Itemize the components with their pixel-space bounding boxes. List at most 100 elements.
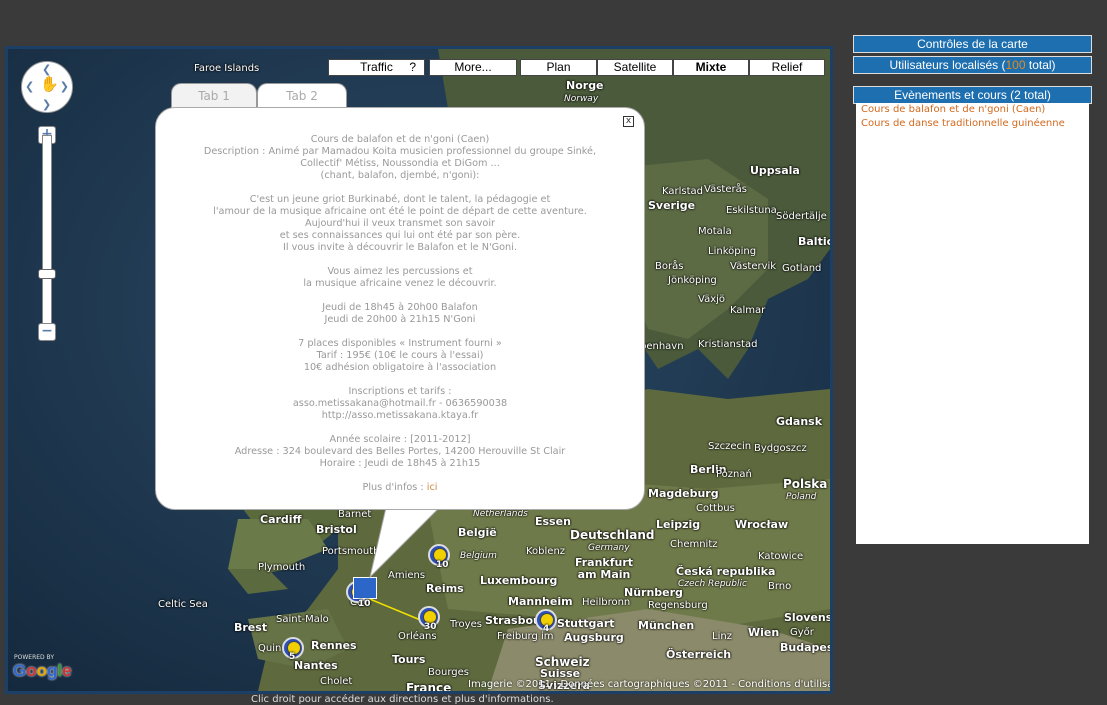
traffic-button[interactable]: Traffic ?	[328, 59, 425, 76]
place-netherlands: Netherlands	[473, 509, 528, 519]
mixte-button[interactable]: Mixte	[673, 59, 749, 76]
info-body: Cours de balafon et de n'goni (Caen) Des…	[156, 134, 644, 494]
event-item[interactable]: Cours de balafon et de n'goni (Caen)	[856, 103, 1089, 117]
place-saint-malo: Saint-Malo	[276, 614, 329, 625]
info-window: x Cours de balafon et de n'goni (Caen) D…	[155, 107, 645, 510]
place-reims: Reims	[426, 582, 464, 595]
place-ceska: Česká republika	[676, 565, 776, 578]
marker-count: 10	[358, 599, 371, 609]
zoom-slider-track[interactable]	[42, 135, 52, 335]
place-germany: Germany	[588, 543, 630, 553]
place-kristianstad: Kristianstad	[698, 339, 758, 350]
pan-down-icon[interactable]: ❯	[42, 99, 51, 110]
satellite-button[interactable]: Satellite	[597, 59, 673, 76]
place-wien: Wien	[748, 626, 780, 639]
info-line: asso.metissakana@hotmail.fr - 0636590038	[292, 398, 508, 409]
relief-button[interactable]: Relief	[749, 59, 825, 76]
place-katowice: Katowice	[758, 551, 804, 562]
place-leipzig: Leipzig	[656, 518, 701, 531]
info-gap	[156, 374, 644, 386]
place-augsburg: Augsburg	[564, 631, 624, 644]
info-line: 7 places disponibles « Instrument fourni…	[298, 338, 502, 349]
place-koblenz: Koblenz	[526, 546, 566, 557]
info-gap	[156, 182, 644, 194]
place-karlstad: Karlstad	[662, 186, 704, 197]
info-line: Aujourd'hui il veux transmet son savoir	[305, 218, 495, 229]
events-header[interactable]: Evènements et cours (2 total)	[853, 86, 1092, 104]
localized-users-header[interactable]: Utilisateurs localisés (100 total)	[853, 56, 1092, 74]
info-window-pointer	[353, 499, 453, 579]
traffic-help[interactable]: ?	[409, 60, 416, 75]
zoom-out-button[interactable]: −	[38, 323, 56, 341]
place-gotland: Gotland	[782, 263, 822, 274]
place-budapest: Budapest	[780, 641, 833, 654]
users-count: 100	[1005, 58, 1026, 72]
events-list: Cours de balafon et de n'goni (Caen) Cou…	[856, 103, 1089, 544]
info-line: Cours de balafon et de n'goni (Caen)	[310, 134, 490, 145]
info-more-label: Plus d'infos :	[362, 482, 427, 493]
info-line: 10€ adhésion obligatoire à l'association	[303, 362, 497, 373]
tab-1[interactable]: Tab 1	[171, 83, 257, 109]
place-uppsala: Uppsala	[750, 164, 800, 177]
place-vastervik: Västervik	[730, 261, 777, 272]
pan-right-icon[interactable]: ❯	[60, 81, 69, 92]
info-gap	[156, 290, 644, 302]
google-logo[interactable]: Google	[13, 661, 72, 681]
place-norge: Norge	[566, 79, 604, 92]
close-icon[interactable]: x	[623, 116, 634, 127]
info-more: Plus d'infos : ici	[156, 482, 644, 494]
place-deutschland: Deutschland	[570, 528, 655, 542]
event-item[interactable]: Cours de danse traditionnelle guinéenne	[856, 117, 1089, 131]
info-line: (chant, balafon, djembé, n'goni):	[320, 170, 480, 181]
info-line: http://asso.metissakana.ktaya.fr	[321, 410, 479, 421]
info-line: Il vous invite à découvrir le Balafon et…	[283, 242, 517, 253]
place-quimper: Quin	[258, 643, 282, 654]
map-controls-header[interactable]: Contrôles de la carte	[853, 35, 1092, 53]
map-container[interactable]: Faroe Islands Norge Norway Uppsala Karls…	[5, 46, 833, 694]
place-orleans: Orléans	[398, 631, 437, 642]
traffic-label: Traffic	[360, 60, 393, 74]
place-belgie: België	[458, 526, 497, 539]
place-luxembourg: Luxembourg	[480, 574, 558, 587]
selected-marker-icon[interactable]	[353, 577, 377, 599]
zoom-slider-thumb[interactable]	[38, 269, 56, 279]
place-czech: Czech Republic	[678, 579, 747, 589]
place-stuttgart: Stuttgart	[557, 617, 615, 630]
plan-button[interactable]: Plan	[520, 59, 597, 76]
pan-up-icon[interactable]: ❮	[42, 64, 51, 75]
users-label: Utilisateurs localisés (	[889, 58, 1006, 72]
info-line: et ses connaissances qui lui ont été par…	[279, 230, 521, 241]
info-line: Jeudi de 20h00 à 21h15 N'Goni	[324, 314, 476, 325]
place-norway: Norway	[564, 94, 599, 104]
info-line: Année scolaire : [2011-2012]	[329, 434, 471, 445]
place-sverige: Sverige	[648, 199, 696, 212]
map-copyright: Imagerie ©2011 , Données cartographiques…	[468, 679, 833, 690]
info-line: Horaire : Jeudi de 18h45 à 21h15	[319, 458, 481, 469]
marker-count: 30	[424, 622, 437, 632]
info-line: Collectif' Métiss, Noussondia et DiGom .…	[300, 158, 500, 169]
place-poland: Poland	[786, 492, 817, 502]
place-france: France	[406, 681, 452, 694]
place-boras: Borås	[655, 261, 684, 272]
hand-icon[interactable]: ✋	[40, 77, 59, 92]
place-plymouth: Plymouth	[258, 562, 306, 573]
place-kobenhavn: benhavn	[640, 341, 684, 352]
pan-left-icon[interactable]: ❮	[25, 81, 34, 92]
place-linz: Linz	[712, 631, 732, 642]
place-tours: Tours	[392, 653, 426, 666]
place-eskilstuna: Eskilstuna	[726, 205, 777, 216]
map-hint: Clic droit pour accéder aux directions e…	[251, 694, 554, 705]
place-wroclaw: Wrocław	[735, 518, 789, 531]
pan-control[interactable]: ❮ ❮ ❯ ❯ ✋	[21, 61, 73, 113]
place-kalmar: Kalmar	[730, 305, 766, 316]
place-essen: Essen	[535, 515, 571, 528]
place-nantes: Nantes	[294, 659, 338, 672]
tab-2[interactable]: Tab 2	[257, 83, 347, 109]
info-gap	[156, 326, 644, 338]
info-more-link[interactable]: ici	[427, 482, 438, 493]
info-line: Inscriptions et tarifs :	[348, 386, 452, 397]
place-celtic: Celtic Sea	[158, 599, 208, 610]
more-button[interactable]: More...	[429, 59, 517, 76]
place-cholet: Cholet	[320, 676, 353, 687]
info-gap	[156, 254, 644, 266]
